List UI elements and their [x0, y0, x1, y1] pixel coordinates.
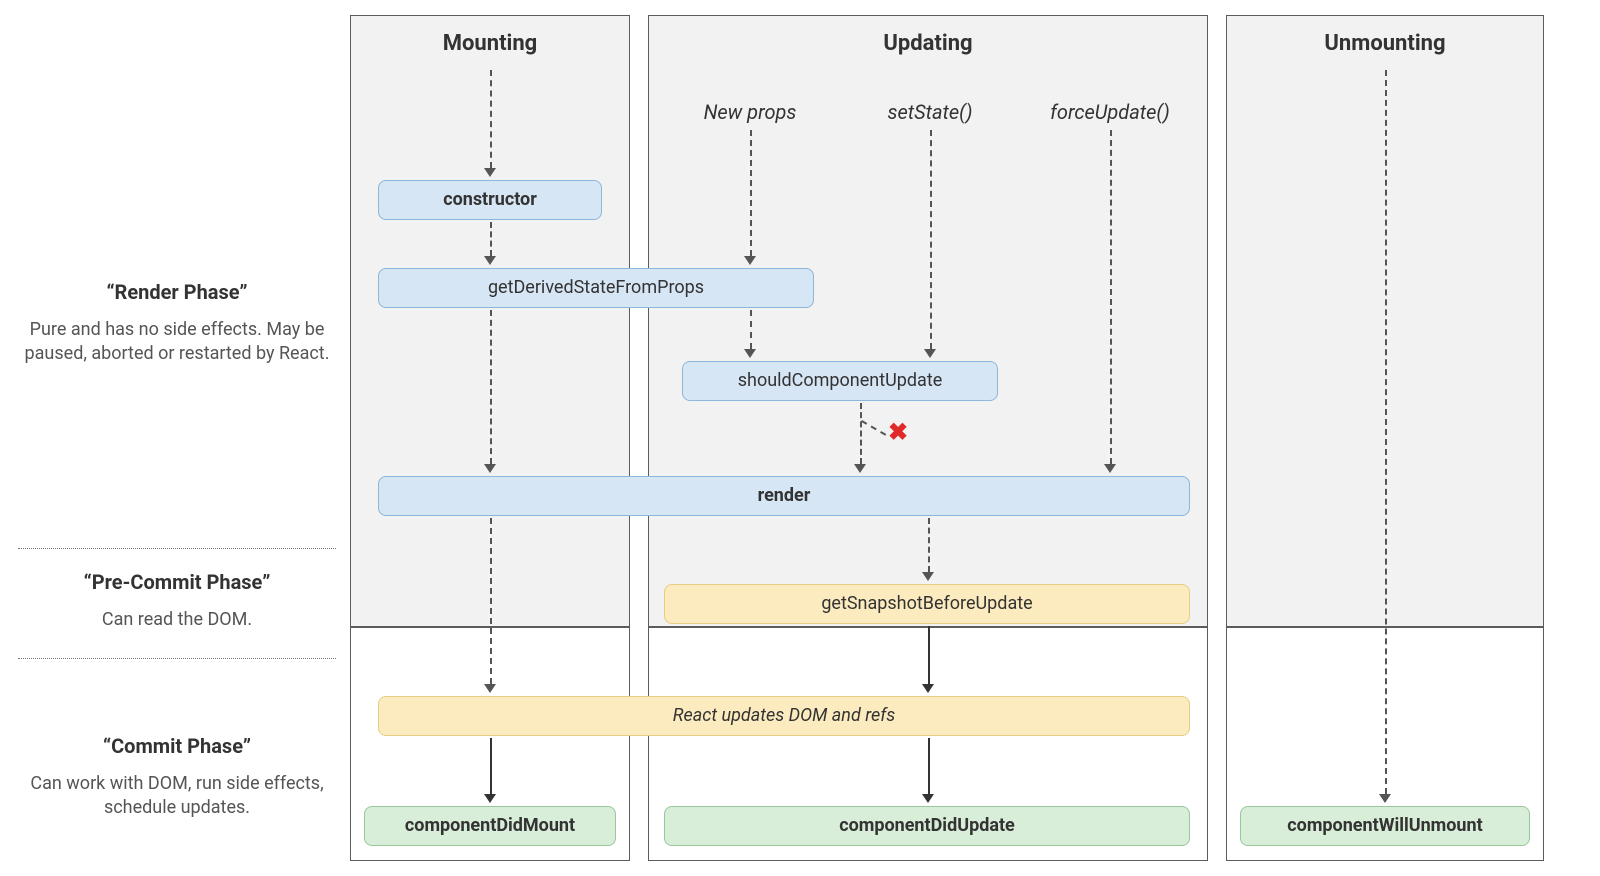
- phase-commit-title: “Commit Phase”: [18, 734, 336, 758]
- lifecycle-diagram: “Render Phase” Pure and has no side effe…: [0, 0, 1600, 876]
- phase-render-title: “Render Phase”: [18, 280, 336, 304]
- arrowhead-mount-4: [484, 684, 496, 693]
- arrow-setstate-1: [930, 130, 932, 349]
- phase-commit-desc: Can work with DOM, run side effects, sch…: [18, 772, 336, 821]
- phase-precommit-title: “Pre-Commit Phase”: [18, 570, 336, 594]
- arrow-mount-3: [490, 310, 492, 464]
- arrowhead-forceupdate-1: [1104, 464, 1116, 473]
- x-icon: ✖: [888, 418, 908, 446]
- box-componentdidupdate: componentDidUpdate: [664, 806, 1190, 846]
- box-getsnapshotbeforeupdate: getSnapshotBeforeUpdate: [664, 584, 1190, 624]
- arrow-mount-1: [490, 70, 492, 168]
- arrowhead-domupdate-didupdate: [922, 794, 934, 803]
- arrowhead-setstate-1: [924, 349, 936, 358]
- divider-2: [18, 658, 336, 659]
- box-componentwillunmount: componentWillUnmount: [1240, 806, 1530, 846]
- box-constructor: constructor: [378, 180, 602, 220]
- col-unmounting-header: Unmounting: [1226, 15, 1544, 70]
- arrow-domupdate-didupdate: [928, 738, 930, 794]
- col-updating-header: Updating: [648, 15, 1208, 70]
- box-getderivedstatefromprops: getDerivedStateFromProps: [378, 268, 814, 308]
- arrow-mount-5: [490, 738, 492, 794]
- divider-1: [18, 548, 336, 549]
- arrowhead-newprops-2: [744, 349, 756, 358]
- arrowhead-scu-render: [854, 464, 866, 473]
- box-shouldcomponentupdate: shouldComponentUpdate: [682, 361, 998, 401]
- phase-precommit-desc: Can read the DOM.: [18, 608, 336, 632]
- col-mounting-header: Mounting: [350, 15, 630, 70]
- arrow-render-snapshot: [928, 518, 930, 572]
- trigger-newprops: New props: [665, 100, 835, 124]
- arrow-snapshot-domupdate: [928, 626, 930, 684]
- box-componentdidmount: componentDidMount: [364, 806, 616, 846]
- box-render: render: [378, 476, 1190, 516]
- arrow-mount-4: [490, 518, 492, 684]
- box-react-updates-dom: React updates DOM and refs: [378, 696, 1190, 736]
- arrowhead-snapshot-domupdate: [922, 684, 934, 693]
- arrowhead-mount-2: [484, 256, 496, 265]
- arrowhead-newprops-1: [744, 256, 756, 265]
- arrowhead-mount-3: [484, 464, 496, 473]
- arrow-mount-2: [490, 222, 492, 256]
- arrowhead-mount-1: [484, 168, 496, 177]
- phase-render-desc: Pure and has no side effects. May be pau…: [18, 318, 336, 367]
- trigger-forceupdate: forceUpdate(): [1025, 100, 1195, 124]
- arrow-newprops-2: [750, 310, 752, 349]
- arrowhead-unmount: [1379, 794, 1391, 803]
- trigger-setstate: setState(): [845, 100, 1015, 124]
- arrow-forceupdate-1: [1110, 130, 1112, 464]
- arrow-newprops-1: [750, 130, 752, 256]
- arrow-unmount: [1385, 70, 1387, 794]
- arrowhead-mount-5: [484, 794, 496, 803]
- arrowhead-render-snapshot: [922, 572, 934, 581]
